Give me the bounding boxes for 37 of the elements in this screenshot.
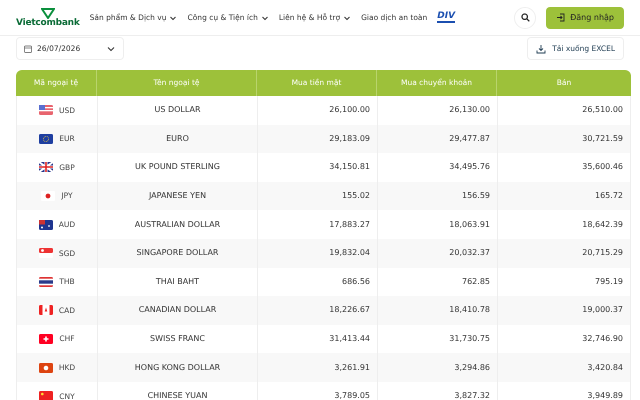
table-cell-text: 3,420.84	[586, 362, 624, 374]
flag-icon	[39, 391, 54, 400]
table-cell-text: 20,715.29	[581, 247, 624, 260]
download-icon	[536, 44, 546, 54]
partner-logo: DIV	[437, 12, 456, 23]
flag-icon	[38, 105, 53, 116]
flag-icon	[39, 134, 54, 144]
table-cell-text: 18,642.39	[581, 218, 624, 231]
search-button[interactable]	[514, 6, 536, 28]
chevron-down-icon	[260, 14, 269, 22]
login-icon	[556, 13, 566, 22]
flag-icon	[38, 305, 53, 316]
table-cell-text: 165.72	[594, 190, 624, 202]
search-icon	[520, 13, 530, 22]
table-cell-text: 795.19	[594, 276, 624, 288]
flag-icon	[38, 248, 53, 258]
table-cell: 3,827.32	[378, 382, 498, 400]
login-button[interactable]: Đăng nhập	[546, 6, 624, 28]
calendar-icon	[24, 44, 32, 52]
brand-name: Vietcombank	[16, 18, 80, 28]
table-cell-text: 35,600.46	[581, 161, 624, 174]
flag-icon	[39, 276, 54, 287]
chevron-down-icon	[169, 14, 178, 22]
table-cell-text: 19,000.37	[581, 304, 624, 316]
table-cell: CHINESE YUAN	[98, 382, 258, 400]
table-cell-text: 30,721.59	[581, 132, 624, 145]
flag-icon	[39, 162, 54, 172]
chevron-down-icon	[343, 14, 352, 22]
table-cell-text: 26,510.00	[581, 104, 624, 116]
flag-icon	[38, 362, 53, 373]
flag-icon	[39, 334, 54, 344]
logo-icon	[40, 8, 55, 18]
table-cell-text: 32,746.90	[581, 333, 624, 346]
flag-icon	[38, 220, 53, 230]
flag-icon	[41, 191, 56, 202]
table-cell: 3,789.05	[258, 382, 378, 400]
table-cell-text: 3,949.89	[586, 390, 624, 400]
